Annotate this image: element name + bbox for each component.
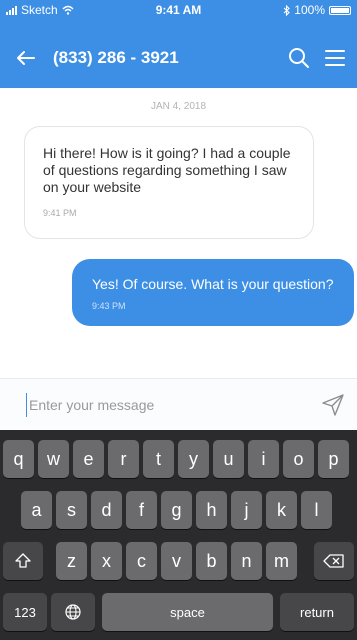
shift-icon — [15, 553, 31, 568]
bluetooth-icon — [283, 4, 291, 16]
key-t[interactable]: t — [143, 440, 174, 478]
menu-button[interactable] — [321, 44, 349, 72]
arrow-left-icon — [17, 51, 35, 65]
back-button[interactable] — [12, 44, 40, 72]
status-bar: Sketch 9:41 AM 100% — [0, 0, 357, 20]
key-o[interactable]: o — [283, 440, 314, 478]
space-key[interactable]: space — [102, 593, 273, 631]
key-x[interactable]: x — [91, 542, 122, 580]
nav-bar: (833) 286 - 3921 — [0, 38, 357, 78]
send-icon — [322, 394, 344, 416]
message-text: Yes! Of course. What is your question? — [92, 276, 334, 292]
key-u[interactable]: u — [213, 440, 244, 478]
search-button[interactable] — [285, 44, 313, 72]
search-icon — [289, 48, 309, 68]
key-v[interactable]: v — [161, 542, 192, 580]
key-b[interactable]: b — [196, 542, 227, 580]
key-e[interactable]: e — [73, 440, 104, 478]
key-n[interactable]: n — [231, 542, 262, 580]
key-g[interactable]: g — [161, 491, 192, 529]
key-c[interactable]: c — [126, 542, 157, 580]
key-a[interactable]: a — [21, 491, 52, 529]
numbers-key[interactable]: 123 — [3, 593, 47, 631]
key-y[interactable]: y — [178, 440, 209, 478]
key-k[interactable]: k — [266, 491, 297, 529]
key-l[interactable]: l — [301, 491, 332, 529]
hamburger-menu-icon — [325, 50, 345, 66]
key-s[interactable]: s — [56, 491, 87, 529]
incoming-message[interactable]: Hi there! How is it going? I had a coupl… — [24, 126, 314, 239]
outgoing-message[interactable]: Yes! Of course. What is your question? 9… — [72, 259, 354, 326]
key-z[interactable]: z — [56, 542, 87, 580]
globe-icon — [65, 604, 81, 620]
key-r[interactable]: r — [108, 440, 139, 478]
message-input[interactable] — [26, 393, 301, 417]
return-key[interactable]: return — [280, 593, 354, 631]
key-w[interactable]: w — [38, 440, 69, 478]
message-time: 9:43 PM — [92, 301, 126, 311]
backspace-icon — [323, 554, 344, 568]
key-h[interactable]: h — [196, 491, 227, 529]
message-list[interactable]: JAN 4, 2018 Hi there! How is it going? I… — [0, 88, 357, 378]
globe-key[interactable] — [51, 593, 95, 631]
message-text: Hi there! How is it going? I had a coupl… — [43, 145, 291, 195]
key-p[interactable]: p — [318, 440, 349, 478]
conversation-date: JAN 4, 2018 — [150, 101, 207, 112]
page-title: (833) 286 - 3921 — [53, 48, 179, 67]
backspace-key[interactable] — [314, 542, 354, 580]
send-button[interactable] — [319, 391, 347, 419]
battery-percent: 100% — [294, 3, 325, 17]
key-j[interactable]: j — [231, 491, 262, 529]
message-time: 9:41 PM — [43, 208, 77, 218]
message-composer — [0, 378, 357, 430]
key-m[interactable]: m — [266, 542, 297, 580]
key-q[interactable]: q — [3, 440, 34, 478]
key-d[interactable]: d — [91, 491, 122, 529]
status-right: 100% — [283, 3, 351, 17]
key-f[interactable]: f — [126, 491, 157, 529]
battery-icon — [329, 5, 351, 15]
key-i[interactable]: i — [248, 440, 279, 478]
app-header: Sketch 9:41 AM 100% (833) 286 - 3921 — [0, 0, 357, 88]
shift-key[interactable] — [3, 542, 43, 580]
keyboard: q w e r t y u i o p a s d f g h j k l z … — [0, 430, 357, 640]
